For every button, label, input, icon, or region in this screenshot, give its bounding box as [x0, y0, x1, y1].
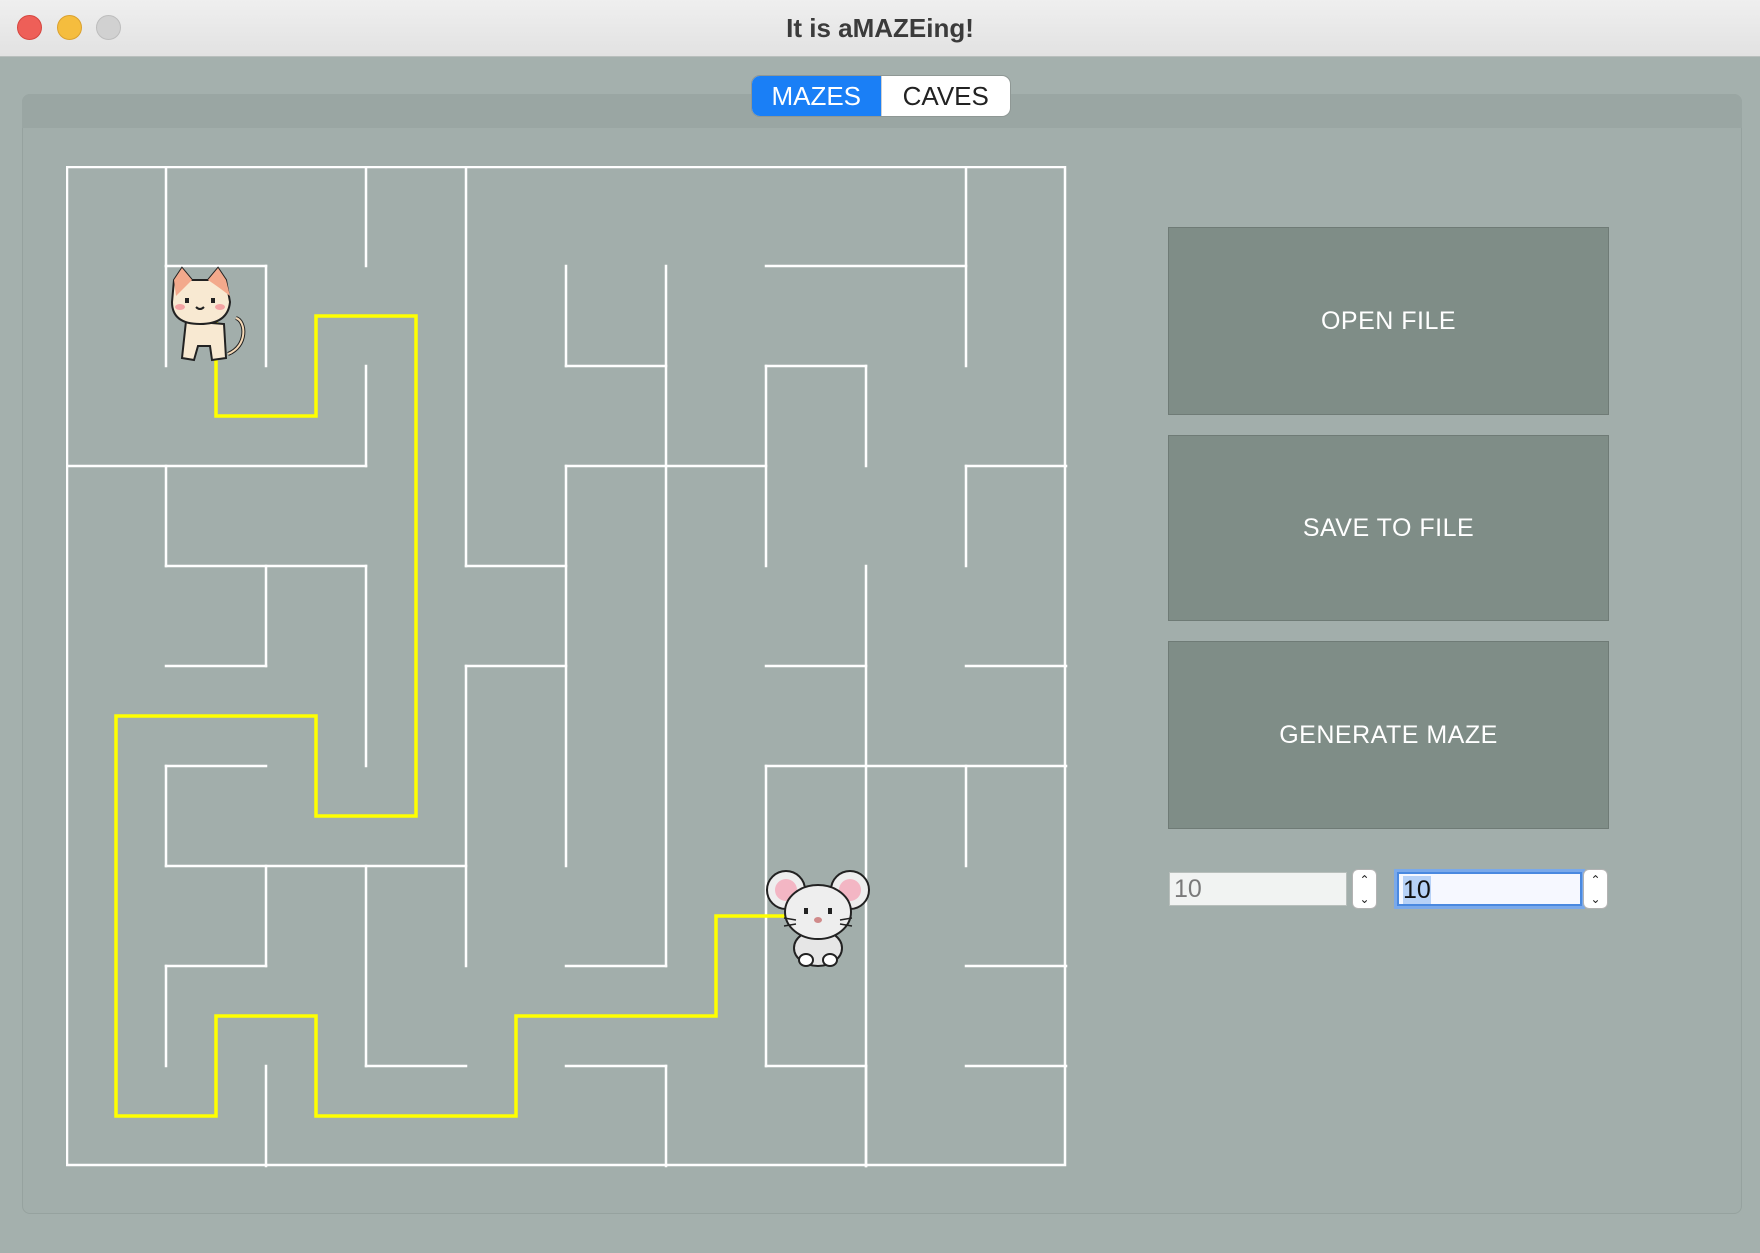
rows-input[interactable]: 10 [1169, 872, 1347, 906]
generate-maze-button[interactable]: GENERATE MAZE [1168, 641, 1609, 829]
mouse-icon [766, 870, 870, 967]
open-file-button[interactable]: OPEN FILE [1168, 227, 1609, 415]
cols-input[interactable]: 10 [1397, 872, 1582, 906]
cols-value: 10 [1403, 876, 1431, 904]
maze-canvas[interactable] [66, 166, 1068, 1168]
tab-bar: MAZES CAVES [752, 76, 1010, 116]
chevron-up-icon[interactable]: ⌃ [1359, 874, 1369, 886]
window-title: It is aMAZEing! [786, 13, 974, 43]
tab-mazes[interactable]: MAZES [752, 76, 881, 116]
title-bar: It is aMAZEing! [0, 0, 1760, 57]
rows-value: 10 [1174, 875, 1202, 903]
save-to-file-button[interactable]: SAVE TO FILE [1168, 435, 1609, 621]
chevron-up-icon[interactable]: ⌃ [1590, 874, 1600, 886]
chevron-down-icon[interactable]: ⌄ [1359, 893, 1369, 905]
tab-caves[interactable]: CAVES [880, 76, 1011, 116]
cols-stepper[interactable]: ⌃ ⌄ [1583, 869, 1608, 909]
cat-icon [170, 266, 246, 362]
chevron-down-icon[interactable]: ⌄ [1590, 893, 1600, 905]
rows-stepper[interactable]: ⌃ ⌄ [1352, 869, 1377, 909]
